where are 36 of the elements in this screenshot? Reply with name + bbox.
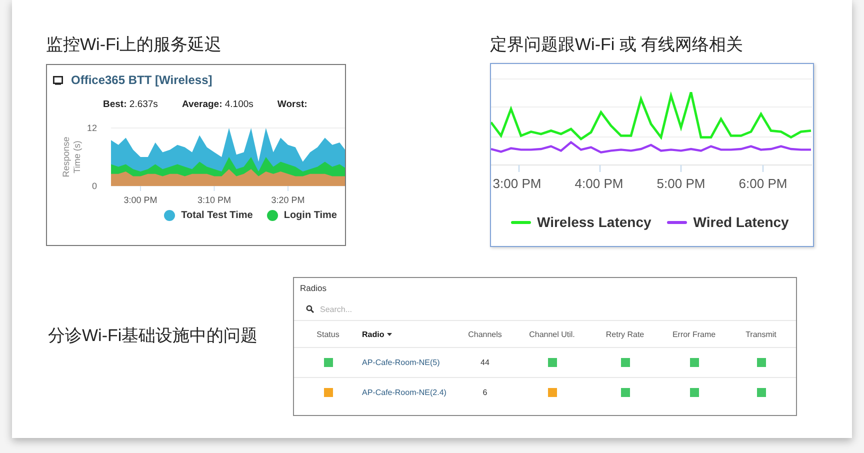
monitor-icon — [53, 76, 63, 84]
legend-label: Total Test Time — [181, 210, 253, 221]
x-tick-label: 3:00 PM — [124, 195, 158, 205]
y-tick-label: 12 — [86, 123, 97, 133]
legend-label: Login Time — [284, 210, 337, 221]
legend-label: Wired Latency — [693, 214, 789, 230]
column-header: Error Frame — [672, 330, 716, 338]
y-axis-label: Response Time (s) — [61, 136, 82, 178]
stat-text: Best: 2.637s — [103, 99, 158, 110]
panel-title: Office365 BTT [Wireless] — [71, 73, 212, 87]
stat-text: Worst: — [277, 99, 308, 110]
x-tick-label: 3:10 PM — [197, 195, 232, 205]
column-header: Retry Rate — [606, 330, 644, 338]
search-icon — [306, 305, 314, 313]
table-cell: 44 — [480, 358, 490, 367]
legend-label: Wireless Latency — [537, 214, 652, 230]
column-header: Channels — [468, 330, 502, 338]
column-header: Status — [316, 330, 340, 338]
section-heading: 分诊Wi-Fi基础设施中的问题 — [48, 325, 259, 347]
sort-caret-icon — [387, 332, 392, 336]
x-tick-label: 6:00 PM — [738, 176, 788, 191]
column-header[interactable]: Radio — [362, 330, 384, 338]
stat-text: Average: 4.100s — [182, 99, 254, 110]
x-tick-label: 3:20 PM — [271, 195, 305, 205]
x-tick-label: 4:00 PM — [574, 176, 624, 191]
table-title: Radios — [299, 282, 328, 293]
section-heading: 定界问题跟Wi-Fi 或 有线网络相关 — [490, 34, 744, 56]
table-cell: 6 — [482, 388, 488, 397]
section-heading: 监控Wi-Fi上的服务延迟 — [46, 34, 223, 56]
column-header: Channel Util. — [529, 330, 575, 338]
column-header: Transmit — [746, 330, 776, 338]
x-tick-label: 5:00 PM — [656, 176, 706, 191]
x-tick-label: 3:00 PM — [492, 176, 542, 191]
radio-link[interactable]: AP-Cafe-Room-NE(2.4) — [362, 388, 446, 397]
y-tick-label: 0 — [92, 181, 97, 191]
radio-link[interactable]: AP-Cafe-Room-NE(5) — [362, 358, 440, 367]
